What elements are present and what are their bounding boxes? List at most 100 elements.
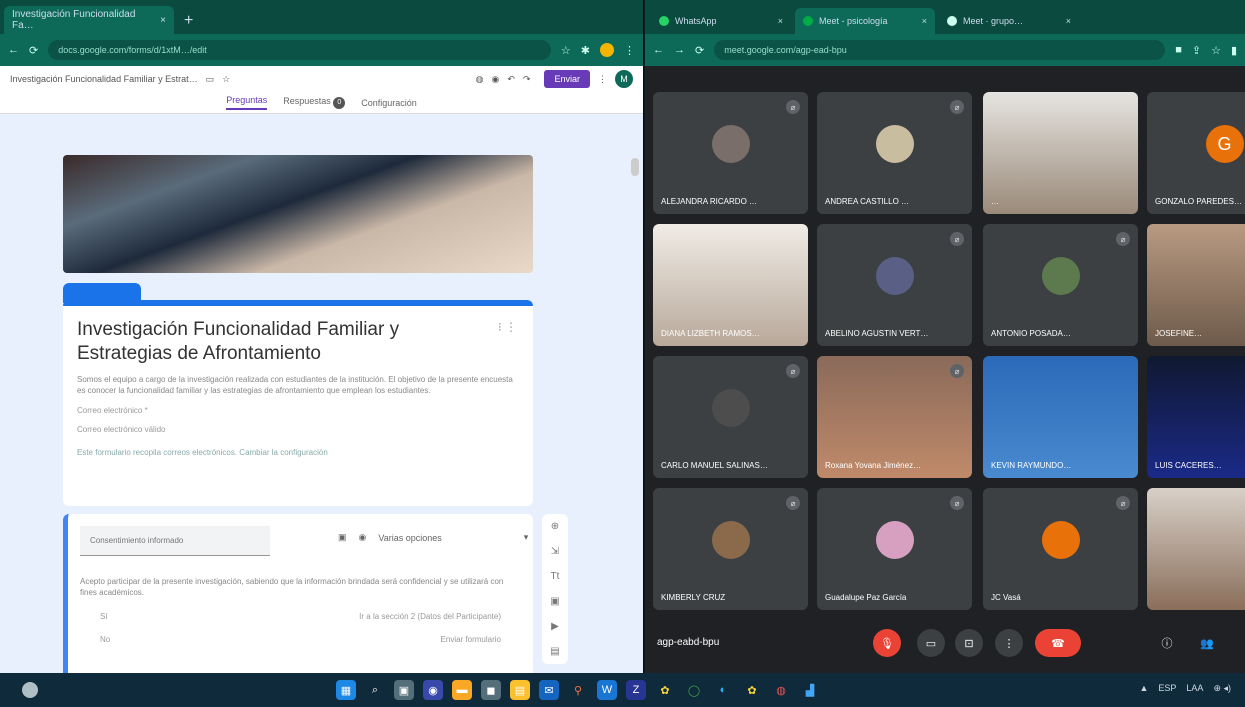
option-row[interactable]: No Enviar formulario — [80, 635, 521, 644]
tab-responses[interactable]: Respuestas 0 — [283, 96, 346, 109]
form-doc-title[interactable]: Investigación Funcionalidad Familiar y E… — [10, 74, 198, 84]
extensions-icon[interactable]: ✱ — [581, 44, 590, 57]
option-goto[interactable]: Ir a la sección 2 (Datos del Participant… — [359, 612, 501, 621]
participant-video[interactable]: LUIS CACERES… — [1147, 356, 1245, 478]
store-icon[interactable]: ◼ — [481, 680, 501, 700]
option-label[interactable]: Sí — [100, 612, 108, 621]
left-url-field[interactable]: docs.google.com/forms/d/1xtM…/edit — [48, 40, 551, 60]
participant-tile[interactable]: ⌀ KIMBERLY CRUZ — [653, 488, 808, 610]
tray-label[interactable]: LAA — [1186, 683, 1203, 694]
participant-tile[interactable]: ⌀ ANTONIO POSADA… — [983, 224, 1138, 346]
camera-icon[interactable]: ■ — [1175, 44, 1182, 56]
people-icon[interactable]: 👥 — [1193, 629, 1221, 657]
star-icon[interactable]: ☆ — [561, 44, 571, 57]
settings-link[interactable]: Este formulario recopila correos electró… — [77, 448, 519, 457]
option-row[interactable]: Sí Ir a la sección 2 (Datos del Particip… — [80, 612, 521, 621]
forward-icon[interactable]: → — [674, 44, 685, 56]
participant-tile[interactable]: ⌀ JC Vasá — [983, 488, 1138, 610]
mail-icon[interactable]: ✉ — [539, 680, 559, 700]
question-type-select[interactable]: ▣ ◉ Varias opciones ▾ — [338, 532, 528, 543]
tab-whatsapp[interactable]: WhatsApp × — [651, 8, 791, 34]
back-icon[interactable]: ← — [8, 44, 19, 56]
mic-toggle-button[interactable]: 🎙 — [873, 629, 901, 657]
notes-icon[interactable]: ▤ — [510, 680, 530, 700]
image-icon[interactable]: ▣ — [338, 532, 347, 543]
self-video[interactable] — [1147, 488, 1245, 610]
search-icon[interactable]: ⌕ — [365, 680, 385, 700]
title-card[interactable]: Investigación Funcionalidad Familiar y E… — [63, 300, 533, 506]
participant-tile[interactable]: ⌀ ALEJANDRA RICARDO … — [653, 92, 808, 214]
tab-forms[interactable]: Investigación Funcionalidad Fa… × — [4, 6, 174, 34]
edge-icon[interactable]: ◐ — [713, 680, 733, 700]
search-app-icon[interactable]: ⚲ — [568, 680, 588, 700]
redo-icon[interactable]: ↷ — [523, 74, 531, 85]
paint-icon[interactable]: ✿ — [655, 680, 675, 700]
app-icon[interactable]: Z — [626, 680, 646, 700]
reload-icon[interactable]: ⟳ — [29, 44, 38, 57]
tab-meet[interactable]: Meet - psicología × — [795, 8, 935, 34]
question-input[interactable]: Consentimiento informado — [80, 526, 270, 556]
participant-tile[interactable]: G GONZALO PAREDES… — [1147, 92, 1245, 214]
paint3d-icon[interactable]: ✿ — [742, 680, 762, 700]
add-section-icon[interactable]: ▤ — [550, 646, 559, 657]
add-title-icon[interactable]: Tt — [551, 571, 560, 582]
preview-icon[interactable]: ◉ — [492, 74, 500, 85]
undo-icon[interactable]: ↶ — [507, 74, 515, 85]
camera-toggle-button[interactable]: ▭ — [917, 629, 945, 657]
palette-icon[interactable]: ◍ — [476, 74, 484, 85]
present-button[interactable]: ⊡ — [955, 629, 983, 657]
form-description[interactable]: Somos el equipo a cargo de la investigac… — [77, 374, 519, 396]
participant-video[interactable]: KEVIN RAYMUNDO… — [983, 356, 1138, 478]
menu-icon[interactable]: ⋮ — [624, 44, 635, 57]
question-card[interactable]: Consentimiento informado ▣ ◉ Varias opci… — [63, 514, 533, 673]
add-image-icon[interactable]: ▣ — [550, 596, 559, 607]
start-icon[interactable]: ▦ — [336, 680, 356, 700]
photos-icon[interactable]: ▟ — [800, 680, 820, 700]
more-icon[interactable]: ⋮ — [598, 74, 607, 85]
tab-close-icon[interactable]: × — [778, 16, 783, 26]
profile-icon[interactable] — [600, 43, 614, 57]
card-options-icon[interactable]: ⁝ ⋮ — [498, 320, 517, 334]
participant-video[interactable]: … — [983, 92, 1138, 214]
participant-tile[interactable]: ⌀ Guadalupe Paz García — [817, 488, 972, 610]
participant-tile[interactable]: ⌀ CARLO MANUEL SALINAS… — [653, 356, 808, 478]
participant-tile[interactable]: ⌀ ANDREA CASTILLO … — [817, 92, 972, 214]
participant-video[interactable]: JOSEFINE… — [1147, 224, 1245, 346]
taskview-icon[interactable]: ▣ — [394, 680, 414, 700]
tray-overflow-icon[interactable]: ▲ — [1139, 683, 1148, 694]
chat-icon[interactable]: ◉ — [423, 680, 443, 700]
info-icon[interactable]: ⓘ — [1153, 629, 1181, 657]
reload-icon[interactable]: ⟳ — [695, 44, 704, 57]
star-outline-icon[interactable]: ☆ — [222, 74, 230, 85]
star-icon[interactable]: ☆ — [1211, 44, 1221, 57]
end-call-button[interactable]: ☎ — [1035, 629, 1081, 657]
participant-video[interactable]: ⌀ Roxana Yovana Jiménez… — [817, 356, 972, 478]
tab-close-icon[interactable]: × — [1066, 16, 1071, 26]
xbox-icon[interactable]: ◯ — [684, 680, 704, 700]
send-button[interactable]: Enviar — [544, 70, 590, 88]
back-icon[interactable]: ← — [653, 44, 664, 56]
tab-questions[interactable]: Preguntas — [226, 95, 268, 110]
language-indicator[interactable]: ESP — [1158, 683, 1176, 694]
right-url-field[interactable]: meet.google.com/agp-ead-bpu — [714, 40, 1166, 60]
word-icon[interactable]: W — [597, 680, 617, 700]
folder-icon[interactable]: ▭ — [206, 74, 215, 85]
folder-icon[interactable]: ▬ — [452, 680, 472, 700]
question-description[interactable]: Acepto participar de la presente investi… — [80, 576, 521, 598]
tab-meet-2[interactable]: Meet · grupo… × — [939, 8, 1079, 34]
avatar[interactable]: M — [615, 70, 633, 88]
tab-close-icon[interactable]: × — [922, 16, 927, 26]
network-volume-icon[interactable]: ⊕ ◂) — [1213, 683, 1231, 694]
add-question-icon[interactable]: ⊕ — [551, 521, 559, 532]
participant-video[interactable]: DIANA LIZBETH RAMOS… — [653, 224, 808, 346]
tab-settings[interactable]: Configuración — [361, 98, 417, 108]
more-options-button[interactable]: ⋮ — [995, 629, 1023, 657]
tab-close-icon[interactable]: × — [160, 15, 166, 26]
chrome-icon[interactable]: ◍ — [771, 680, 791, 700]
scrollbar[interactable] — [631, 158, 639, 176]
option-label[interactable]: No — [100, 635, 110, 644]
new-tab-button[interactable]: + — [184, 12, 193, 30]
bookmark-icon[interactable]: ▮ — [1231, 44, 1237, 57]
participant-tile[interactable]: ⌀ ABELINO AGUSTIN VERT… — [817, 224, 972, 346]
import-icon[interactable]: ⇲ — [551, 546, 559, 557]
